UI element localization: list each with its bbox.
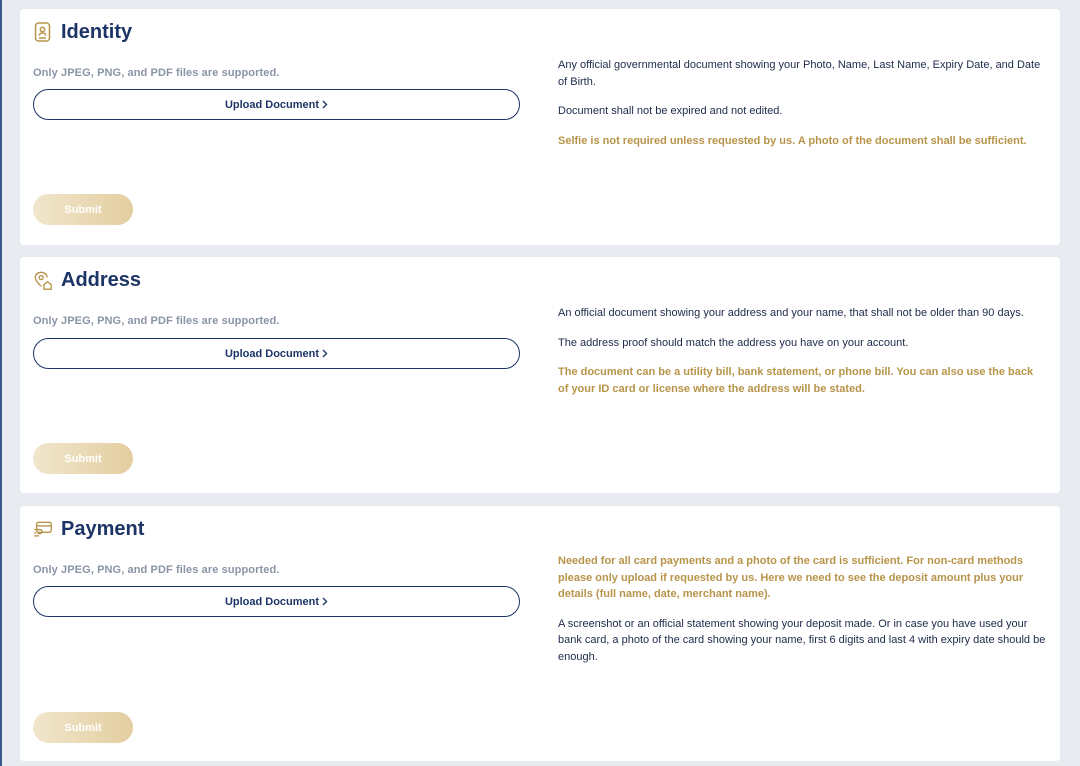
- upload-document-label: Upload Document: [224, 98, 320, 111]
- submit-button[interactable]: Submit: [33, 443, 133, 474]
- file-type-hint: Only JPEG, PNG, and PDF files are suppor…: [33, 67, 280, 79]
- payment-card: Payment Only JPEG, PNG, and PDF files ar…: [20, 506, 1060, 761]
- submit-button[interactable]: Submit: [33, 712, 133, 743]
- address-title: Address: [33, 269, 141, 292]
- identity-card: Identity Only JPEG, PNG, and PDF files a…: [20, 9, 1060, 245]
- section-title: Payment: [61, 518, 145, 540]
- requirement-highlight: Needed for all card payments and a photo…: [558, 555, 1024, 600]
- file-type-hint: Only JPEG, PNG, and PDF files are suppor…: [33, 564, 280, 576]
- requirement-text: Any official governmental document showi…: [558, 59, 1041, 88]
- payment-requirements: Needed for all card payments and a photo…: [558, 553, 1046, 678]
- upload-document-button[interactable]: Upload Document: [33, 89, 520, 120]
- submit-button[interactable]: Submit: [33, 194, 133, 225]
- requirement-text: The address proof should match the addre…: [558, 336, 909, 349]
- requirement-highlight: Selfie is not required unless requested …: [558, 134, 1027, 147]
- requirement-text: An official document showing your addres…: [558, 307, 1024, 319]
- requirement-highlight: The document can be a utility bill, bank…: [558, 366, 1034, 395]
- address-requirements: An official document showing your addres…: [558, 305, 1046, 410]
- address-card: Address Only JPEG, PNG, and PDF files ar…: [20, 257, 1060, 493]
- chevron-right-icon: [322, 349, 328, 358]
- upload-document-button[interactable]: Upload Document: [33, 338, 520, 369]
- upload-document-label: Upload Document: [224, 595, 320, 608]
- left-edge-rule: [0, 0, 2, 766]
- section-title: Identity: [61, 21, 133, 43]
- chevron-right-icon: [322, 100, 328, 109]
- upload-document-button[interactable]: Upload Document: [33, 586, 520, 617]
- payment-title: Payment: [33, 518, 144, 541]
- section-title: Address: [61, 269, 142, 291]
- payment-card-icon: [33, 519, 53, 541]
- location-home-icon: [33, 270, 53, 292]
- identity-requirements: Any official governmental document showi…: [558, 57, 1046, 162]
- id-document-icon: [33, 22, 53, 44]
- file-type-hint: Only JPEG, PNG, and PDF files are suppor…: [33, 315, 280, 327]
- identity-title: Identity: [33, 21, 132, 44]
- requirement-text: A screenshot or an official statement sh…: [558, 617, 1046, 663]
- upload-document-label: Upload Document: [224, 347, 320, 360]
- chevron-right-icon: [322, 597, 328, 606]
- requirement-text: Document shall not be expired and not ed…: [558, 105, 783, 117]
